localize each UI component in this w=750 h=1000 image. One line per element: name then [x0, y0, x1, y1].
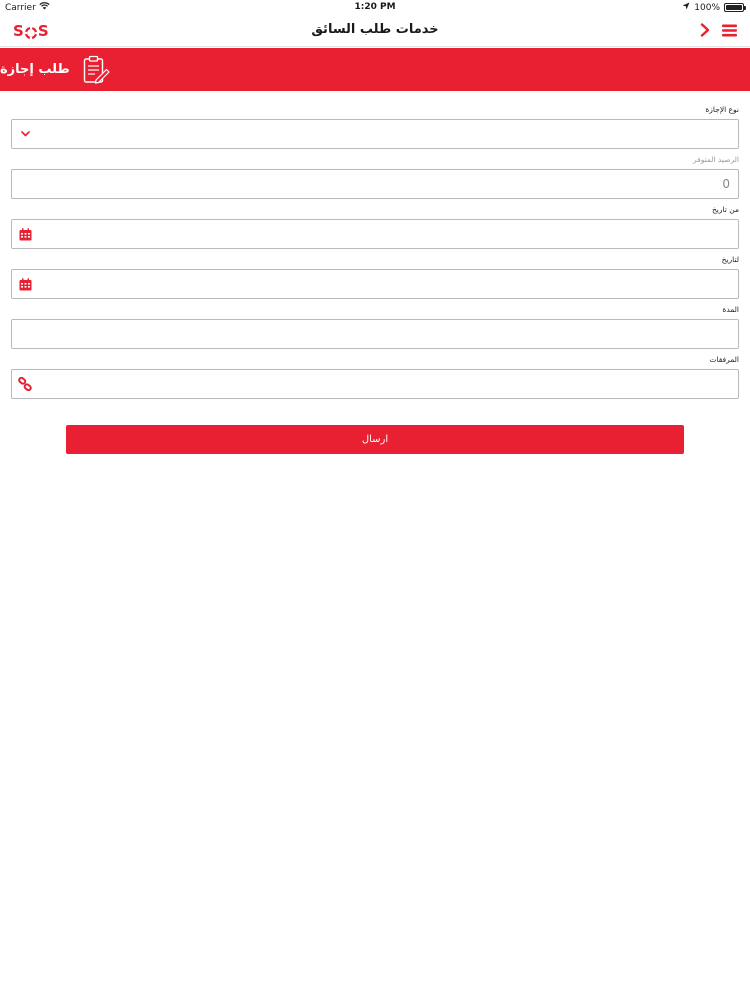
duration-label: المدة [722, 305, 739, 314]
status-bar: Carrier 1:20 PM 100% [0, 0, 750, 16]
section-header: طلب إجازة [0, 48, 750, 91]
duration-input[interactable] [20, 320, 730, 348]
available-balance-field[interactable] [11, 169, 739, 199]
hamburger-menu-icon [721, 22, 737, 41]
location-arrow-icon [682, 2, 690, 13]
attachments-input[interactable] [40, 370, 730, 398]
attachments-field[interactable] [11, 369, 739, 399]
available-balance-input[interactable] [20, 170, 730, 198]
available-balance-label: الرصيد المتوفر [692, 155, 739, 164]
submit-button[interactable]: ارسال [66, 425, 684, 454]
battery-fill [726, 5, 742, 10]
clipboard-edit-icon [82, 55, 110, 85]
leave-request-form: نوع الإجازة الرصيد المتوفر من تاريخ لتار… [11, 100, 739, 400]
leave-type-select[interactable] [11, 119, 739, 149]
leave-type-value[interactable] [40, 120, 730, 148]
menu-button[interactable] [720, 22, 738, 40]
calendar-icon [18, 277, 32, 291]
battery-percent: 100% [694, 2, 720, 13]
to-date-label: لتاريخ [721, 255, 739, 264]
section-title: طلب إجازة [0, 62, 70, 77]
status-right: 100% [682, 2, 746, 13]
chevron-down-icon [18, 127, 32, 141]
to-date-input[interactable] [40, 270, 730, 298]
navigation-bar: S S خدمات طلب السائق [0, 16, 750, 47]
from-date-field[interactable] [11, 219, 739, 249]
chevron-right-icon [700, 22, 710, 41]
page-title: خدمات طلب السائق [311, 22, 439, 37]
back-button[interactable] [696, 22, 714, 40]
from-date-input[interactable] [40, 220, 730, 248]
to-date-field[interactable] [11, 269, 739, 299]
leave-type-label: نوع الإجازة [705, 105, 739, 114]
duration-field[interactable] [11, 319, 739, 349]
battery-icon [724, 3, 746, 12]
status-time: 1:20 PM [354, 2, 396, 12]
nav-actions [696, 22, 738, 40]
link-icon [18, 377, 32, 391]
attachments-label: المرفقات [709, 355, 739, 364]
from-date-label: من تاريخ [711, 205, 739, 214]
calendar-icon [18, 227, 32, 241]
